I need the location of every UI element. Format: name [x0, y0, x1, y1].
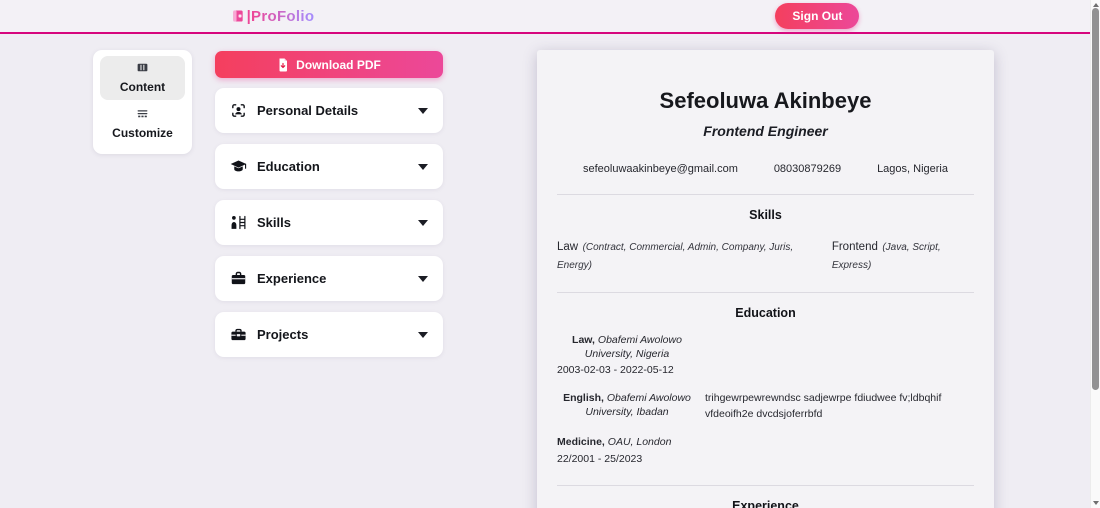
section-personal-details[interactable]: Personal Details [215, 88, 443, 133]
resume-name: Sefeoluwa Akinbeye [557, 88, 974, 114]
skill-name: Law [557, 241, 578, 253]
resume-job-title: Frontend Engineer [557, 123, 974, 139]
education-description [705, 435, 974, 466]
file-download-icon [277, 58, 289, 72]
resume-contact-row: sefeoluwaakinbeye@gmail.com 08030879269 … [557, 163, 974, 175]
download-pdf-label: Download PDF [296, 58, 381, 72]
skill-name: Frontend [832, 241, 878, 253]
user-focus-icon [230, 102, 247, 119]
sliders-icon [136, 107, 149, 120]
section-label: Skills [257, 215, 291, 230]
resume-email: sefeoluwaakinbeye@gmail.com [583, 163, 738, 175]
section-label: Projects [257, 327, 308, 342]
education-entry-left: English, Obafemi Awolowo University, Iba… [557, 391, 697, 423]
section-label: Experience [257, 271, 326, 286]
education-entry-title: Medicine, OAU, London [557, 435, 697, 449]
download-pdf-button[interactable]: Download PDF [215, 51, 443, 78]
education-description [705, 333, 974, 378]
resume-phone: 08030879269 [774, 163, 841, 175]
education-entry: English, Obafemi Awolowo University, Iba… [557, 391, 974, 423]
window-scrollbar[interactable] [1090, 0, 1100, 508]
education-degree: Medicine, [557, 436, 605, 448]
chevron-down-icon [418, 108, 428, 114]
section-projects[interactable]: Projects [215, 312, 443, 357]
skills-list: Law (Contract, Commercial, Admin, Compan… [557, 237, 974, 273]
education-description: trihgewrpewrewndsc sadjewrpe fdiudwee fv… [705, 391, 974, 423]
scrollbar-down-arrow-icon[interactable] [1093, 501, 1099, 505]
skill-item: Frontend (Java, Script, Express) [832, 237, 974, 273]
education-institution: OAU, London [608, 436, 672, 448]
education-entry-left: Medicine, OAU, London 22/2001 - 25/2023 [557, 435, 697, 466]
sidebar-item-customize[interactable]: Customize [100, 102, 185, 146]
sidebar: Content Customize [93, 50, 192, 154]
skill-item: Law (Contract, Commercial, Admin, Compan… [557, 237, 815, 273]
sidebar-item-label: Customize [100, 126, 185, 140]
resume-preview: Sefeoluwa Akinbeye Frontend Engineer sef… [537, 50, 994, 508]
scrollbar-thumb[interactable] [1092, 8, 1099, 390]
chevron-down-icon [418, 164, 428, 170]
sign-out-button[interactable]: Sign Out [775, 3, 859, 29]
sidebar-item-content[interactable]: Content [100, 56, 185, 100]
logo-text: |ProFolio [247, 8, 315, 25]
graduation-cap-icon [230, 158, 247, 175]
editor-column: Download PDF Personal Details Education [215, 51, 443, 357]
chevron-down-icon [418, 220, 428, 226]
education-degree: Law, [572, 334, 595, 346]
experience-heading: Experience [557, 499, 974, 508]
section-skills[interactable]: Skills [215, 200, 443, 245]
chevron-down-icon [418, 276, 428, 282]
education-entry-title: English, Obafemi Awolowo University, Iba… [557, 391, 697, 419]
panel-icon [136, 61, 149, 74]
scrollbar-up-arrow-icon[interactable] [1093, 3, 1099, 7]
divider [557, 485, 974, 486]
divider [557, 194, 974, 195]
education-date: 2003-02-03 - 2022-05-12 [557, 364, 697, 378]
notebook-icon [231, 9, 245, 23]
education-entry: Law, Obafemi Awolowo University, Nigeria… [557, 333, 974, 378]
app-header: |ProFolio Sign Out [0, 0, 1090, 34]
sidebar-item-label: Content [100, 80, 185, 94]
skill-detail: (Contract, Commercial, Admin, Company, J… [557, 242, 793, 271]
section-experience[interactable]: Experience [215, 256, 443, 301]
chevron-down-icon [418, 332, 428, 338]
education-entry-title: Law, Obafemi Awolowo University, Nigeria [557, 333, 697, 361]
briefcase-icon [230, 270, 247, 287]
education-date: 22/2001 - 25/2023 [557, 453, 697, 467]
divider [557, 292, 974, 293]
education-entry: Medicine, OAU, London 22/2001 - 25/2023 [557, 435, 974, 466]
education-heading: Education [557, 306, 974, 320]
resume-location: Lagos, Nigeria [877, 163, 948, 175]
section-label: Education [257, 159, 320, 174]
app-logo[interactable]: |ProFolio [231, 8, 315, 25]
education-institution: Obafemi Awolowo University, Nigeria [585, 334, 682, 360]
education-degree: English, [563, 392, 604, 404]
toolbox-icon [230, 326, 247, 343]
skill-levels-icon [230, 214, 247, 231]
education-entry-left: Law, Obafemi Awolowo University, Nigeria… [557, 333, 697, 378]
section-label: Personal Details [257, 103, 358, 118]
section-education[interactable]: Education [215, 144, 443, 189]
skills-heading: Skills [557, 208, 974, 222]
